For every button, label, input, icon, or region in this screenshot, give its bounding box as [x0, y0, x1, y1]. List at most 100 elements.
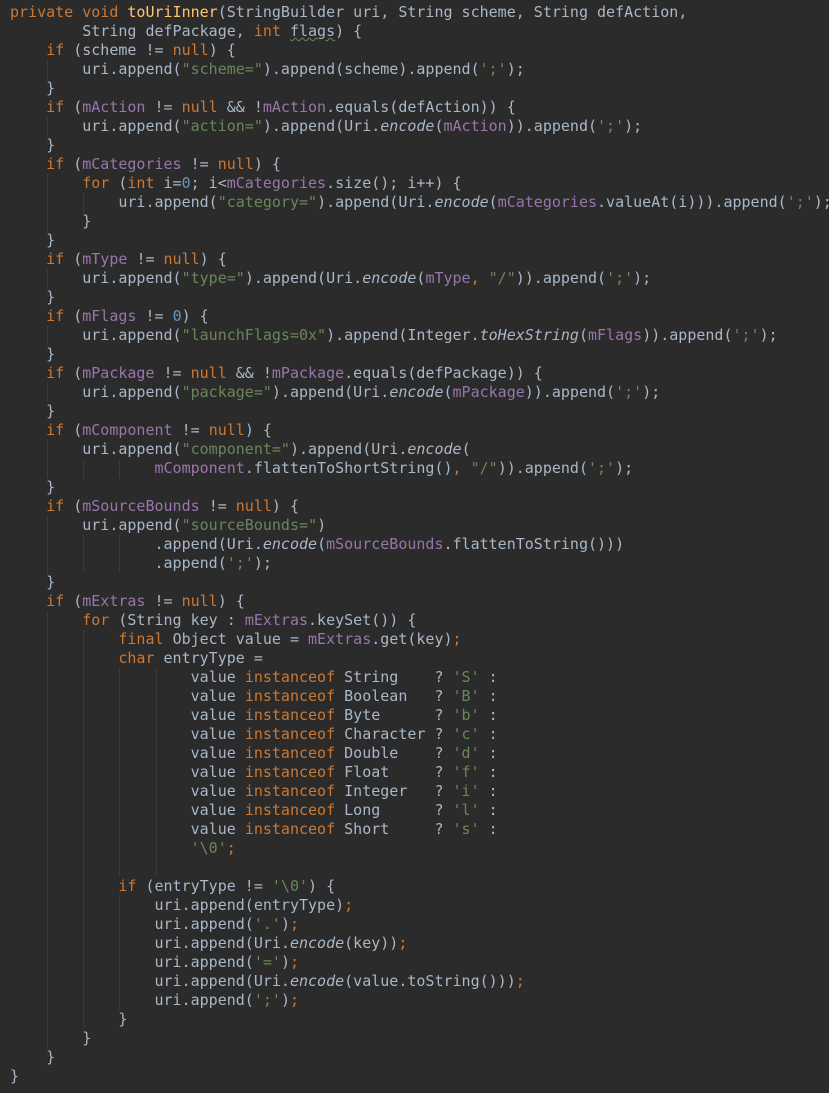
code-token: ;	[289, 991, 299, 1009]
code-token: ;	[344, 896, 354, 914]
code-line[interactable]: }	[10, 573, 829, 592]
code-area[interactable]: private void toUriInner(StringBuilder ur…	[10, 3, 829, 1086]
code-token: Short ?	[344, 820, 453, 838]
code-line[interactable]: uri.append("launchFlags=0x").append(Inte…	[10, 326, 829, 345]
code-line[interactable]: if (mPackage != null && !mPackage.equals…	[10, 364, 829, 383]
code-line[interactable]: uri.append('=');	[10, 953, 829, 972]
code-token: instanceof	[244, 725, 345, 743]
code-token: uri.append(	[82, 440, 182, 458]
code-line[interactable]: }	[10, 1048, 829, 1067]
code-line[interactable]: value instanceof Byte ? 'b' :	[10, 706, 829, 725]
code-token: )	[280, 991, 290, 1009]
code-line[interactable]: if (mExtras != null) {	[10, 592, 829, 611]
code-line[interactable]	[10, 858, 829, 877]
code-token: if	[46, 98, 74, 116]
code-token: }	[46, 79, 56, 97]
code-line[interactable]: if (mComponent != null) {	[10, 421, 829, 440]
code-line[interactable]: uri.append("type=").append(Uri.encode(mT…	[10, 269, 829, 288]
code-line[interactable]: }	[10, 79, 829, 98]
code-line[interactable]: uri.append("component=").append(Uri.enco…	[10, 440, 829, 459]
code-token: (	[73, 497, 83, 515]
code-line[interactable]: uri.append("package=").append(Uri.encode…	[10, 383, 829, 402]
code-line[interactable]: uri.append(Uri.encode(value.toString()))…	[10, 972, 829, 991]
code-line[interactable]: }	[10, 231, 829, 250]
code-line[interactable]: if (scheme != null) {	[10, 41, 829, 60]
code-token: .flattenToShortString()	[244, 459, 453, 477]
code-token: (value.toString()))	[344, 972, 516, 990]
code-line[interactable]: value instanceof Character ? 'c' :	[10, 725, 829, 744]
code-token: null	[208, 421, 245, 439]
code-line[interactable]: if (entryType != '\0') {	[10, 877, 829, 896]
code-token: .equals(defPackage)) {	[344, 364, 543, 382]
code-line[interactable]: uri.append(Uri.encode(key));	[10, 934, 829, 953]
code-token: "package="	[181, 383, 272, 401]
code-line[interactable]: value instanceof String ? 'S' :	[10, 668, 829, 687]
code-line[interactable]: uri.append('.');	[10, 915, 829, 934]
code-token: encode	[380, 117, 435, 135]
code-token: uri.append(	[154, 953, 254, 971]
code-token: ';'	[732, 326, 760, 344]
code-token: if	[46, 307, 74, 325]
code-line[interactable]: if (mCategories != null) {	[10, 155, 829, 174]
code-token: !=	[154, 592, 182, 610]
code-token: "scheme="	[181, 60, 263, 78]
code-line[interactable]: }	[10, 288, 829, 307]
code-token: 'b'	[452, 706, 480, 724]
code-line[interactable]: value instanceof Integer ? 'i' :	[10, 782, 829, 801]
code-line[interactable]: }	[10, 402, 829, 421]
code-token: mCategories	[226, 174, 327, 192]
code-line[interactable]: value instanceof Long ? 'l' :	[10, 801, 829, 820]
code-token: flags	[289, 22, 336, 40]
code-token: .keySet()) {	[308, 611, 417, 629]
code-line[interactable]: if (mFlags != 0) {	[10, 307, 829, 326]
code-line[interactable]: }	[10, 212, 829, 231]
code-token: }	[46, 345, 56, 363]
code-token: ) {	[199, 250, 227, 268]
code-line[interactable]: if (mType != null) {	[10, 250, 829, 269]
code-line[interactable]: final Object value = mExtras.get(key);	[10, 630, 829, 649]
code-line[interactable]: char entryType =	[10, 649, 829, 668]
code-token: }	[46, 288, 56, 306]
code-line[interactable]: uri.append("scheme=").append(scheme).app…	[10, 60, 829, 79]
code-line[interactable]: value instanceof Float ? 'f' :	[10, 763, 829, 782]
code-token: (StringBuilder uri, String scheme, Strin…	[217, 3, 688, 21]
code-line[interactable]: uri.append("action=").append(Uri.encode(…	[10, 117, 829, 136]
code-line[interactable]: String defPackage, int flags) {	[10, 22, 829, 41]
code-editor[interactable]: private void toUriInner(StringBuilder ur…	[0, 0, 829, 1093]
code-line[interactable]: '\0';	[10, 839, 829, 858]
code-line[interactable]: }	[10, 478, 829, 497]
code-line[interactable]: value instanceof Boolean ? 'B' :	[10, 687, 829, 706]
code-line[interactable]: }	[10, 1010, 829, 1029]
code-line[interactable]: value instanceof Double ? 'd' :	[10, 744, 829, 763]
code-token: String ?	[344, 668, 453, 686]
code-line[interactable]: for (int i=0; i<mCategories.size(); i++)…	[10, 174, 829, 193]
code-line[interactable]: }	[10, 1029, 829, 1048]
code-line[interactable]: mComponent.flattenToShortString(), "/"))…	[10, 459, 829, 478]
code-line[interactable]: uri.append(';');	[10, 991, 829, 1010]
code-token: private	[10, 3, 83, 21]
code-line[interactable]: }	[10, 136, 829, 155]
code-line[interactable]: value instanceof Short ? 's' :	[10, 820, 829, 839]
code-line[interactable]: .append(';');	[10, 554, 829, 573]
code-line[interactable]: private void toUriInner(StringBuilder ur…	[10, 3, 829, 22]
code-line[interactable]: uri.append("category=").append(Uri.encod…	[10, 193, 829, 212]
indent-guide	[83, 459, 85, 478]
code-token: mType	[82, 250, 137, 268]
code-token: :	[479, 687, 498, 705]
code-line[interactable]: for (String key : mExtras.keySet()) {	[10, 611, 829, 630]
code-token: char	[118, 649, 164, 667]
code-line[interactable]: }	[10, 1067, 829, 1086]
code-line[interactable]: if (mSourceBounds != null) {	[10, 497, 829, 516]
code-token: :	[479, 725, 498, 743]
code-line[interactable]: if (mAction != null && !mAction.equals(d…	[10, 98, 829, 117]
code-line[interactable]: .append(Uri.encode(mSourceBounds.flatten…	[10, 535, 829, 554]
code-line[interactable]: uri.append(entryType);	[10, 896, 829, 915]
code-token: ) {	[271, 497, 299, 515]
code-line[interactable]: }	[10, 345, 829, 364]
code-line[interactable]: uri.append("sourceBounds=")	[10, 516, 829, 535]
code-token: 'i'	[452, 782, 480, 800]
